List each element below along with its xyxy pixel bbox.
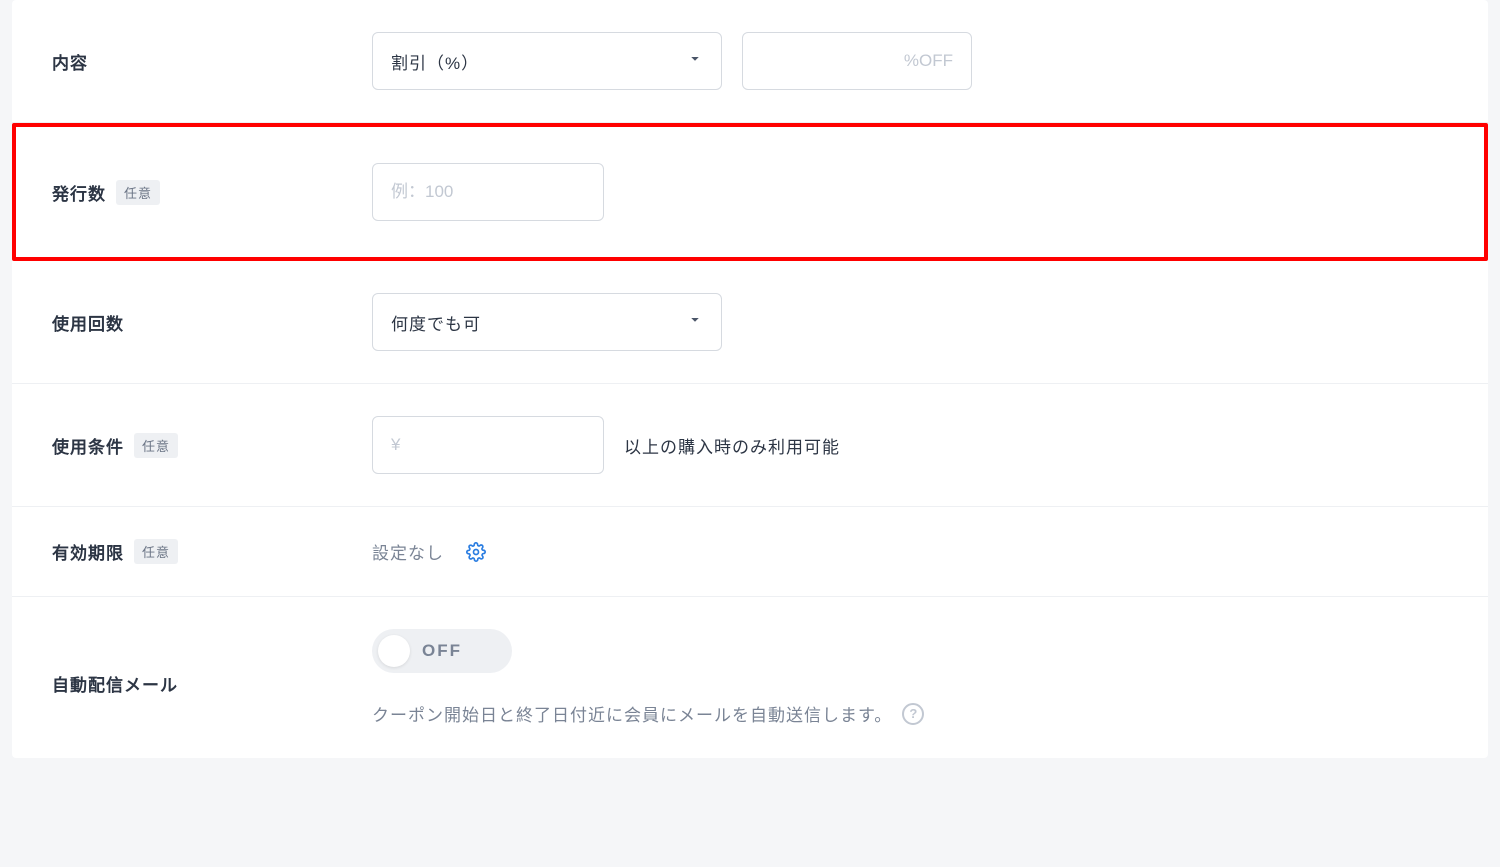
usage-count-select[interactable]: [372, 293, 722, 351]
auto-mail-toggle-wrapper: OFF クーポン開始日と終了日付近に会員にメールを自動送信します。 ?: [372, 629, 924, 726]
usage-count-label: 使用回数: [52, 310, 124, 335]
auto-mail-help-text: クーポン開始日と終了日付近に会員にメールを自動送信します。: [372, 701, 892, 726]
auto-mail-help-row: クーポン開始日と終了日付近に会員にメールを自動送信します。 ?: [372, 701, 924, 726]
usage-count-select-wrapper: [372, 293, 722, 351]
issue-count-row: 発行数 任意: [16, 127, 1484, 257]
expiry-label-cell: 有効期限 任意: [52, 539, 372, 564]
issue-count-optional-badge: 任意: [116, 180, 160, 205]
expiry-optional-badge: 任意: [134, 539, 178, 564]
usage-condition-optional-badge: 任意: [134, 433, 178, 458]
gear-icon[interactable]: [464, 540, 488, 564]
content-label: 内容: [52, 49, 88, 74]
auto-mail-row: 自動配信メール OFF クーポン開始日と終了日付近に会員にメールを自動送信します…: [12, 597, 1488, 758]
usage-count-field-cell: [372, 293, 1448, 351]
content-select[interactable]: [372, 32, 722, 90]
content-label-cell: 内容: [52, 49, 372, 74]
form-container: 内容 発行数 任意 使用回数: [12, 0, 1488, 758]
auto-mail-toggle[interactable]: OFF: [372, 629, 512, 673]
issue-count-input[interactable]: [372, 163, 604, 221]
auto-mail-label: 自動配信メール: [52, 671, 178, 696]
usage-count-row: 使用回数: [12, 261, 1488, 384]
help-icon[interactable]: ?: [902, 703, 924, 725]
usage-condition-label-cell: 使用条件 任意: [52, 433, 372, 458]
usage-condition-row: 使用条件 任意 以上の購入時のみ利用可能: [12, 384, 1488, 507]
issue-count-highlight: 発行数 任意: [12, 123, 1488, 261]
usage-condition-input[interactable]: [372, 416, 604, 474]
issue-count-label-cell: 発行数 任意: [52, 180, 372, 205]
usage-count-label-cell: 使用回数: [52, 310, 372, 335]
content-row: 内容: [12, 0, 1488, 123]
issue-count-field-cell: [372, 163, 1448, 221]
expiry-label: 有効期限: [52, 539, 124, 564]
toggle-knob: [378, 635, 410, 667]
content-field-cell: [372, 32, 1448, 90]
auto-mail-field-cell: OFF クーポン開始日と終了日付近に会員にメールを自動送信します。 ?: [372, 629, 1448, 726]
usage-condition-field-cell: 以上の購入時のみ利用可能: [372, 416, 1448, 474]
usage-condition-label: 使用条件: [52, 433, 124, 458]
issue-count-label: 発行数: [52, 180, 106, 205]
percent-off-input[interactable]: [742, 32, 972, 90]
expiry-value: 設定なし: [372, 539, 444, 564]
content-select-wrapper: [372, 32, 722, 90]
auto-mail-label-cell: 自動配信メール: [52, 629, 372, 696]
expiry-field-cell: 設定なし: [372, 539, 1448, 564]
toggle-label: OFF: [422, 641, 462, 661]
usage-condition-suffix: 以上の購入時のみ利用可能: [624, 433, 840, 458]
expiry-row: 有効期限 任意 設定なし: [12, 507, 1488, 597]
